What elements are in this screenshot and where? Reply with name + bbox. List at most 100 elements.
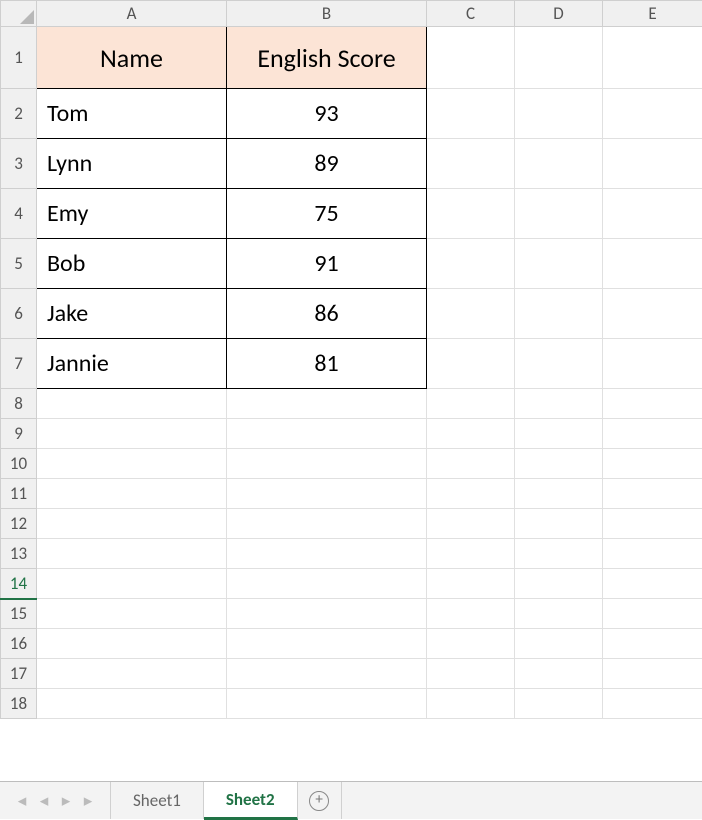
cell-A18[interactable] [37,689,227,719]
cell-E13[interactable] [603,539,702,569]
cell-C16[interactable] [427,629,515,659]
column-header-B[interactable]: B [227,1,427,27]
cell-A13[interactable] [37,539,227,569]
cell-B12[interactable] [227,509,427,539]
cell-D4[interactable] [515,189,603,239]
cell-D18[interactable] [515,689,603,719]
cell-C13[interactable] [427,539,515,569]
cell-D15[interactable] [515,599,603,629]
table-row[interactable]: Emy [37,189,227,239]
table-row[interactable]: 75 [227,189,427,239]
cell-E1[interactable] [603,27,702,89]
cell-C5[interactable] [427,239,515,289]
cell-A12[interactable] [37,509,227,539]
cell-B17[interactable] [227,659,427,689]
cell-A10[interactable] [37,449,227,479]
cell-C9[interactable] [427,419,515,449]
table-row[interactable]: 89 [227,139,427,189]
cell-B8[interactable] [227,389,427,419]
cell-B15[interactable] [227,599,427,629]
row-header-1[interactable]: 1 [1,27,37,89]
cell-C18[interactable] [427,689,515,719]
column-header-A[interactable]: A [37,1,227,27]
cell-E14[interactable] [603,569,702,599]
table-row[interactable]: 91 [227,239,427,289]
cell-C11[interactable] [427,479,515,509]
cell-E6[interactable] [603,289,702,339]
cell-A16[interactable] [37,629,227,659]
cell-D12[interactable] [515,509,603,539]
sheet-tab-sheet1[interactable]: Sheet1 [111,782,204,819]
table-row[interactable]: Bob [37,239,227,289]
cell-B9[interactable] [227,419,427,449]
table-row[interactable]: 86 [227,289,427,339]
cell-E17[interactable] [603,659,702,689]
tab-nav-first-icon[interactable]: ◂ [14,790,30,811]
table-row[interactable]: Jake [37,289,227,339]
row-header-9[interactable]: 9 [1,419,37,449]
row-header-4[interactable]: 4 [1,189,37,239]
row-header-17[interactable]: 17 [1,659,37,689]
tab-nav-prev-icon[interactable]: ◂ [36,790,52,811]
cell-D6[interactable] [515,289,603,339]
cell-E15[interactable] [603,599,702,629]
cell-D1[interactable] [515,27,603,89]
cell-C2[interactable] [427,89,515,139]
cell-D9[interactable] [515,419,603,449]
cell-D8[interactable] [515,389,603,419]
cell-D5[interactable] [515,239,603,289]
cell-E4[interactable] [603,189,702,239]
row-header-8[interactable]: 8 [1,389,37,419]
cell-C17[interactable] [427,659,515,689]
cell-D2[interactable] [515,89,603,139]
cell-E3[interactable] [603,139,702,189]
cell-C7[interactable] [427,339,515,389]
cell-B16[interactable] [227,629,427,659]
row-header-15[interactable]: 15 [1,599,37,629]
cell-E11[interactable] [603,479,702,509]
table-row[interactable]: Jannie [37,339,227,389]
row-header-12[interactable]: 12 [1,509,37,539]
row-header-11[interactable]: 11 [1,479,37,509]
cell-E9[interactable] [603,419,702,449]
tab-nav-last-icon[interactable]: ▸ [80,790,96,811]
spreadsheet-grid[interactable]: ABCDE1NameEnglish Score2Tom933Lynn894Emy… [0,0,702,781]
row-header-6[interactable]: 6 [1,289,37,339]
cell-A17[interactable] [37,659,227,689]
table-row[interactable]: 93 [227,89,427,139]
cell-C1[interactable] [427,27,515,89]
cell-C14[interactable] [427,569,515,599]
row-header-2[interactable]: 2 [1,89,37,139]
tab-nav-next-icon[interactable]: ▸ [58,790,74,811]
cell-C6[interactable] [427,289,515,339]
row-header-14[interactable]: 14 [1,569,37,599]
cell-C12[interactable] [427,509,515,539]
table-header-name[interactable]: Name [37,27,227,89]
cell-B11[interactable] [227,479,427,509]
cell-D13[interactable] [515,539,603,569]
cell-E10[interactable] [603,449,702,479]
row-header-18[interactable]: 18 [1,689,37,719]
cell-E8[interactable] [603,389,702,419]
cell-C10[interactable] [427,449,515,479]
row-header-3[interactable]: 3 [1,139,37,189]
cell-D16[interactable] [515,629,603,659]
row-header-10[interactable]: 10 [1,449,37,479]
cell-D17[interactable] [515,659,603,689]
select-all-corner[interactable] [1,1,37,27]
cell-C3[interactable] [427,139,515,189]
row-header-5[interactable]: 5 [1,239,37,289]
table-row[interactable]: Tom [37,89,227,139]
cell-E12[interactable] [603,509,702,539]
row-header-7[interactable]: 7 [1,339,37,389]
cell-B14[interactable] [227,569,427,599]
cell-E7[interactable] [603,339,702,389]
sheet-tab-sheet2[interactable]: Sheet2 [204,782,298,820]
cell-B13[interactable] [227,539,427,569]
cell-A15[interactable] [37,599,227,629]
cell-B10[interactable] [227,449,427,479]
cell-C4[interactable] [427,189,515,239]
cell-D14[interactable] [515,569,603,599]
table-row[interactable]: Lynn [37,139,227,189]
row-header-13[interactable]: 13 [1,539,37,569]
